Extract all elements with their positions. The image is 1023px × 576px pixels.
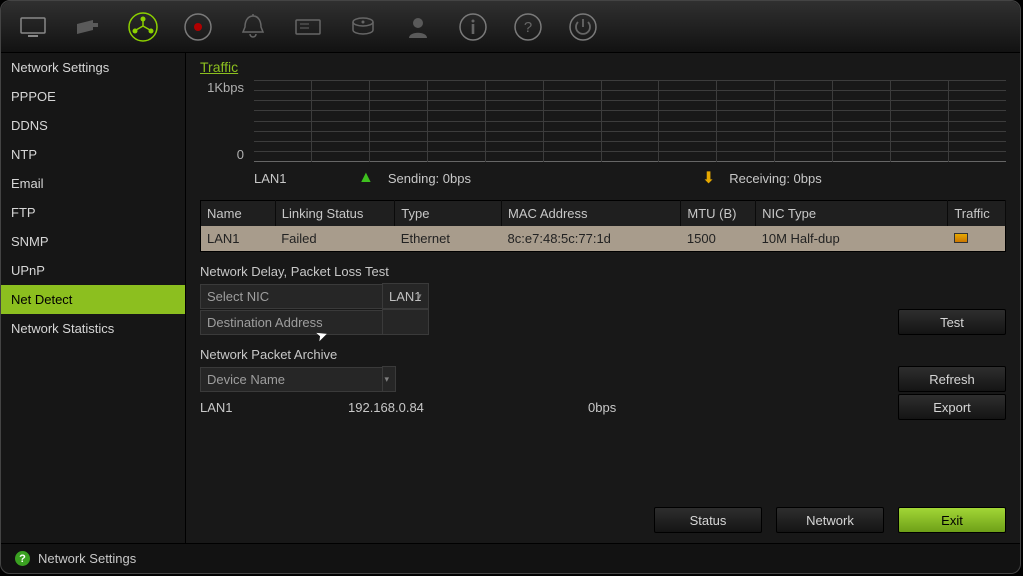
sidebar-item-pppoe[interactable]: PPPOE: [1, 82, 185, 111]
sidebar-item-label: Network Settings: [11, 60, 109, 75]
info-nic: LAN1: [200, 400, 348, 415]
cell-mac: 8c:e7:48:5c:77:1d: [502, 226, 681, 252]
help-badge-icon: ?: [15, 551, 30, 566]
dest-address-input[interactable]: [382, 309, 429, 335]
decode-icon[interactable]: [286, 7, 330, 47]
tab-traffic[interactable]: Traffic: [200, 59, 238, 78]
status-button[interactable]: Status: [654, 507, 762, 533]
alert-icon[interactable]: [231, 7, 275, 47]
cell-nictype: 10M Half-dup: [756, 226, 948, 252]
select-nic-dropdown[interactable]: LAN1 ▾: [382, 283, 429, 309]
cell-name: LAN1: [201, 226, 276, 252]
info-icon[interactable]: [451, 7, 495, 47]
footer-bar: ? Network Settings: [1, 543, 1020, 573]
section-delay-title: Network Delay, Packet Loss Test: [200, 264, 1006, 279]
info-rate: 0bps: [588, 400, 788, 415]
sidebar-item-label: PPPOE: [11, 89, 56, 104]
sidebar-item-ntp[interactable]: NTP: [1, 140, 185, 169]
col-nictype[interactable]: NIC Type: [756, 201, 948, 227]
sidebar-item-net-detect[interactable]: Net Detect: [1, 285, 185, 314]
col-traffic[interactable]: Traffic: [948, 201, 1006, 227]
chevron-down-icon: ▾: [417, 291, 422, 302]
cell-mtu: 1500: [681, 226, 756, 252]
info-ip: 192.168.0.84: [348, 400, 588, 415]
col-name[interactable]: Name: [201, 201, 276, 227]
cell-status: Failed: [275, 226, 395, 252]
y-max-label: 1Kbps: [200, 80, 244, 95]
dest-address-label: Destination Address: [200, 310, 382, 335]
sidebar-item-label: SNMP: [11, 234, 49, 249]
record-icon[interactable]: [176, 7, 220, 47]
exit-button[interactable]: Exit: [898, 507, 1006, 533]
receiving-label: Receiving: 0bps: [729, 171, 822, 186]
sidebar-item-email[interactable]: Email: [1, 169, 185, 198]
sidebar-item-label: FTP: [11, 205, 36, 220]
top-toolbar: ?: [1, 1, 1020, 53]
col-mtu[interactable]: MTU (B): [681, 201, 756, 227]
device-name-label: Device Name: [200, 367, 382, 392]
sidebar-item-label: NTP: [11, 147, 37, 162]
hdd-icon[interactable]: [341, 7, 385, 47]
network-button[interactable]: Network: [776, 507, 884, 533]
footer-title: Network Settings: [38, 551, 136, 566]
y-min-label: 0: [200, 147, 244, 162]
help-icon[interactable]: ?: [506, 7, 550, 47]
down-arrow-icon: ⬇: [702, 168, 715, 188]
col-type[interactable]: Type: [395, 201, 502, 227]
sending-label: Sending: 0bps: [388, 171, 688, 186]
cell-type: Ethernet: [395, 226, 502, 252]
cell-traffic[interactable]: [948, 226, 1006, 252]
sidebar-item-label: Network Statistics: [11, 321, 114, 336]
graph-nic-label: LAN1: [254, 171, 344, 186]
traffic-graph: [254, 80, 1006, 162]
select-nic-label: Select NIC: [200, 284, 382, 309]
chevron-down-icon: ▾: [384, 374, 389, 385]
network-icon[interactable]: [121, 7, 165, 47]
main-panel: Traffic 1Kbps 0 LAN1: [186, 53, 1020, 543]
table-row[interactable]: LAN1 Failed Ethernet 8c:e7:48:5c:77:1d 1…: [201, 226, 1006, 252]
device-name-dropdown[interactable]: ▾: [382, 366, 396, 392]
svg-text:?: ?: [524, 19, 532, 36]
sidebar-item-label: Net Detect: [11, 292, 72, 307]
col-linking-status[interactable]: Linking Status: [275, 201, 395, 227]
col-mac[interactable]: MAC Address: [502, 201, 681, 227]
monitor-icon[interactable]: [11, 7, 55, 47]
test-button[interactable]: Test: [898, 309, 1006, 335]
power-icon[interactable]: [561, 7, 605, 47]
sidebar-item-label: Email: [11, 176, 44, 191]
sidebar-item-network-statistics[interactable]: Network Statistics: [1, 314, 185, 343]
sidebar-item-ftp[interactable]: FTP: [1, 198, 185, 227]
refresh-button[interactable]: Refresh: [898, 366, 1006, 392]
sidebar-item-label: DDNS: [11, 118, 48, 133]
nic-table: Name Linking Status Type MAC Address MTU…: [200, 200, 1006, 252]
export-button[interactable]: Export: [898, 394, 1006, 420]
sidebar-item-ddns[interactable]: DDNS: [1, 111, 185, 140]
traffic-chart-icon: [954, 233, 968, 243]
user-icon[interactable]: [396, 7, 440, 47]
up-arrow-icon: ▲: [358, 169, 374, 187]
section-archive-title: Network Packet Archive: [200, 347, 1006, 362]
sidebar: Network Settings PPPOE DDNS NTP Email FT…: [1, 53, 186, 543]
camera-icon[interactable]: [66, 7, 110, 47]
sidebar-item-upnp[interactable]: UPnP: [1, 256, 185, 285]
sidebar-item-snmp[interactable]: SNMP: [1, 227, 185, 256]
sidebar-item-network-settings[interactable]: Network Settings: [1, 53, 185, 82]
sidebar-item-label: UPnP: [11, 263, 45, 278]
